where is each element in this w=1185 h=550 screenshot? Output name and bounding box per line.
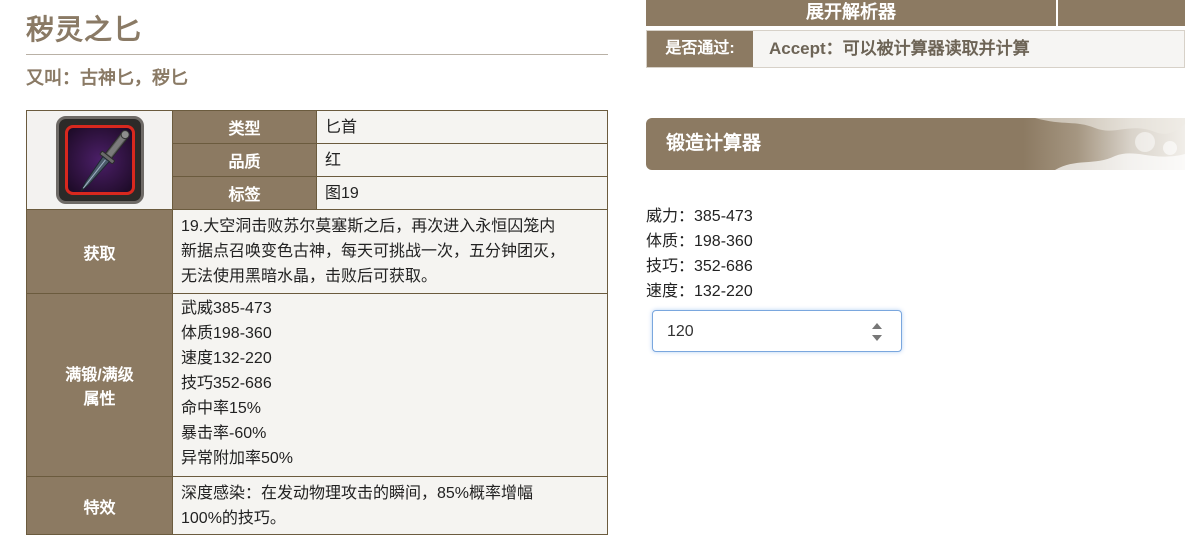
banner-splash-decoration (1035, 118, 1185, 170)
stat-line: 体质：198-360 (646, 233, 753, 250)
spinner-arrows-icon[interactable] (871, 321, 883, 343)
attribute-line: 技巧352-686 (181, 375, 272, 392)
dagger-item-icon (55, 116, 144, 204)
attributes-value: 武威385-473 体质198-360 速度132-220 技巧352-686 … (172, 293, 608, 477)
quality-header: 品质 (172, 143, 317, 177)
acquire-value: 19.大空洞击败苏尔莫塞斯之后，再次进入永恒囚笼内 新据点召唤变色古神，每天可挑… (172, 209, 608, 294)
attribute-line: 命中率15% (181, 400, 262, 417)
table-row: 满锻/满级 属性 武威385-473 体质198-360 速度132-220 技… (26, 293, 608, 477)
pass-label: 是否通过: (647, 31, 753, 67)
item-info-table: 类型 匕首 品质 红 标签 图19 获取 19.大空洞击败苏尔莫塞斯之后，再次进… (26, 110, 608, 535)
stat-line: 技巧：352-686 (646, 258, 753, 275)
stat-line: 威力：385-473 (646, 208, 753, 225)
type-header: 类型 (172, 110, 317, 144)
tag-header: 标签 (172, 176, 317, 210)
forge-calculator-title: 锻造计算器 (666, 133, 762, 154)
item-image-cell (26, 110, 173, 210)
pass-status-row: 是否通过: Accept：可以被计算器读取并计算 (646, 30, 1185, 68)
acquire-line: 新据点召唤变色古神，每天可挑战一次，五分钟团灭， (181, 243, 566, 260)
parser-bar: 展开解析器 (646, 0, 1185, 26)
attribute-line: 速度132-220 (181, 350, 272, 367)
forge-stats-list: 威力：385-473 体质：198-360 技巧：352-686 速度：132-… (646, 204, 753, 304)
table-row: 获取 19.大空洞击败苏尔莫塞斯之后，再次进入永恒囚笼内 新据点召唤变色古神，每… (26, 209, 608, 294)
attributes-header: 满锻/满级 属性 (26, 293, 173, 477)
quality-value: 红 (316, 143, 608, 177)
forge-level-input[interactable] (667, 319, 867, 345)
attribute-line: 暴击率-60% (181, 425, 267, 442)
effect-value: 深度感染：在发动物理攻击的瞬间，85%概率增幅 100%的技巧。 (172, 476, 608, 535)
attribute-line: 武威385-473 (181, 300, 272, 317)
expand-parser-button[interactable]: 展开解析器 (646, 0, 1058, 26)
table-row: 特效 深度感染：在发动物理攻击的瞬间，85%概率增幅 100%的技巧。 (26, 476, 608, 535)
forge-level-input-wrapper[interactable] (652, 310, 902, 352)
acquire-line: 无法使用黑暗水晶，击败后可获取。 (181, 268, 438, 285)
forge-calculator-banner: 锻造计算器 (646, 118, 1185, 170)
page-title: 秽灵之匕 (26, 8, 608, 55)
effect-line: 深度感染：在发动物理攻击的瞬间，85%概率增幅 (181, 484, 534, 502)
effect-header: 特效 (26, 476, 173, 535)
alias-text: 又叫：古神匕，秽匕 (26, 68, 188, 88)
type-value: 匕首 (316, 110, 608, 144)
parser-bar-extra[interactable] (1060, 0, 1185, 26)
attribute-line: 异常附加率50% (181, 450, 294, 467)
attributes-header-line2: 属性 (83, 391, 116, 408)
stat-line: 速度：132-220 (646, 283, 753, 300)
acquire-header: 获取 (26, 209, 173, 294)
pass-value: Accept：可以被计算器读取并计算 (769, 39, 1030, 58)
tag-value: 图19 (316, 176, 608, 210)
acquire-line: 19.大空洞击败苏尔莫塞斯之后，再次进入永恒囚笼内 (181, 218, 556, 235)
effect-line: 100%的技巧。 (181, 509, 286, 527)
attribute-line: 体质198-360 (181, 325, 272, 342)
attributes-header-line1: 满锻/满级 (65, 367, 134, 384)
table-row: 类型 匕首 (26, 110, 608, 210)
